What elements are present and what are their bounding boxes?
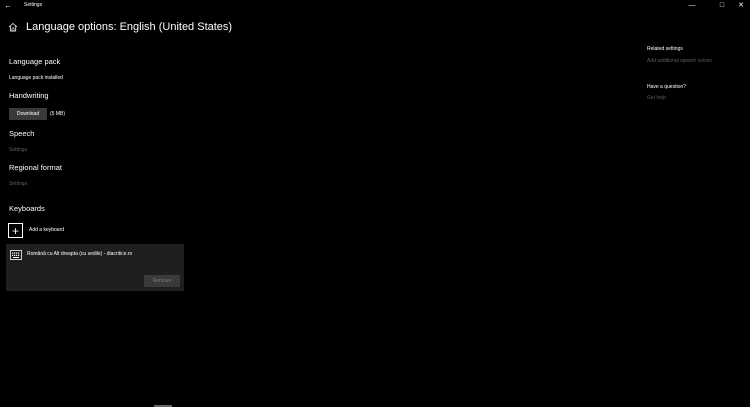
regional-format-settings-link[interactable]: Settings — [9, 181, 27, 187]
home-icon[interactable] — [8, 22, 18, 32]
speech-settings-link[interactable]: Settings — [9, 147, 27, 153]
back-button[interactable]: ← — [4, 1, 12, 10]
title-bar — [0, 0, 750, 12]
minimize-button[interactable]: — — [685, 1, 699, 10]
handwriting-heading: Handwriting — [9, 91, 49, 100]
keyboards-heading: Keyboards — [9, 204, 45, 213]
page-title: Language options: English (United States… — [26, 21, 233, 33]
have-a-question-heading: Have a question? — [647, 84, 686, 90]
app-title: Settings — [24, 2, 43, 8]
download-size: (5 MB) — [50, 111, 65, 117]
add-keyboard-label[interactable]: Add a keyboard — [29, 227, 64, 233]
language-pack-heading: Language pack — [9, 57, 61, 66]
plus-icon: + — [11, 223, 19, 238]
related-settings-heading: Related settings — [647, 46, 683, 52]
maximize-button[interactable]: □ — [715, 1, 729, 10]
keyboard-name: Română cu Alt dreapta (cu sedile) - diac… — [27, 251, 133, 257]
remove-keyboard-button[interactable]: Remove — [144, 275, 180, 287]
speech-heading: Speech — [9, 129, 35, 138]
download-button[interactable]: Download — [9, 108, 47, 120]
keyboard-icon — [10, 250, 22, 260]
language-pack-status: Language pack installed — [9, 75, 63, 81]
regional-format-heading: Regional format — [9, 163, 62, 172]
add-keyboard-button[interactable]: + — [8, 223, 23, 238]
get-help-link[interactable]: Get help — [647, 95, 666, 101]
add-speech-voices-link[interactable]: Add additional speech voices — [647, 58, 712, 64]
close-button[interactable]: ✕ — [734, 1, 748, 10]
